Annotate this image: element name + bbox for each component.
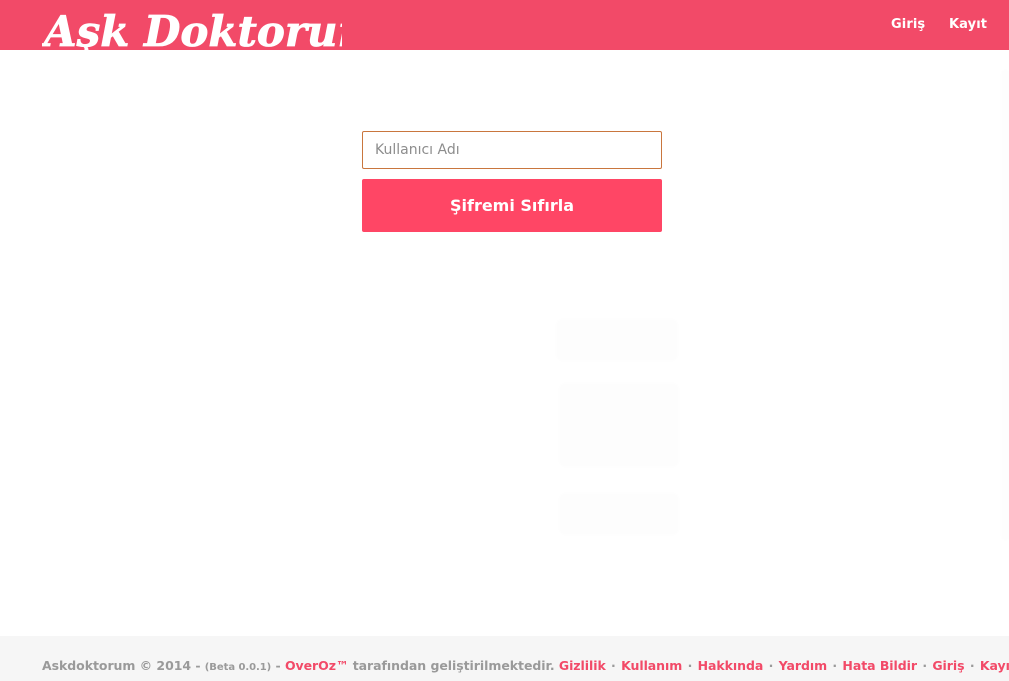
footer-dash: - [271,658,285,673]
footer-privacy-link[interactable]: Gizlilik [559,658,606,673]
footer-help-link[interactable]: Yardım [779,658,828,673]
footer-company-link[interactable]: OverOz™ [285,658,349,673]
footer-login-link[interactable]: Giriş [932,658,964,673]
faint-placeholder-strip [1002,70,1009,540]
faint-placeholder-block [560,384,678,466]
password-reset-form: Şifremi Sıfırla [362,131,662,232]
footer-developed-by: tarafından geliştirilmektedir. [348,658,559,673]
footer-beta-version: (Beta 0.0.1) [204,662,272,673]
faint-placeholder-block [560,494,678,534]
reset-password-button[interactable]: Şifremi Sıfırla [362,179,662,232]
footer-separator: · [611,658,616,673]
footer-separator: · [969,658,975,673]
footer-separator: · [832,658,838,673]
footer-separator: · [768,658,774,673]
footer: Askdoktorum © 2014 - (Beta 0.0.1) - Over… [0,636,1009,681]
nav-register-link[interactable]: Kayıt [949,17,987,32]
username-input[interactable] [362,131,662,169]
footer-separator: · [687,658,693,673]
faint-placeholder-block [557,320,677,360]
footer-separator: · [922,658,928,673]
footer-about-link[interactable]: Hakkında [698,658,764,673]
brand-logo[interactable]: Aşk Doktorum [42,4,342,64]
nav-login-link[interactable]: Giriş [891,17,925,32]
footer-copyright: Askdoktorum © 2014 - [42,658,205,673]
footer-register-link[interactable]: Kayıt [980,658,1009,673]
brand-logo-text: Aşk Doktorum [42,7,342,56]
footer-line: Askdoktorum © 2014 - (Beta 0.0.1) - Over… [42,658,1009,673]
footer-report-bug-link[interactable]: Hata Bildir [842,658,917,673]
footer-terms-link[interactable]: Kullanım [621,658,682,673]
